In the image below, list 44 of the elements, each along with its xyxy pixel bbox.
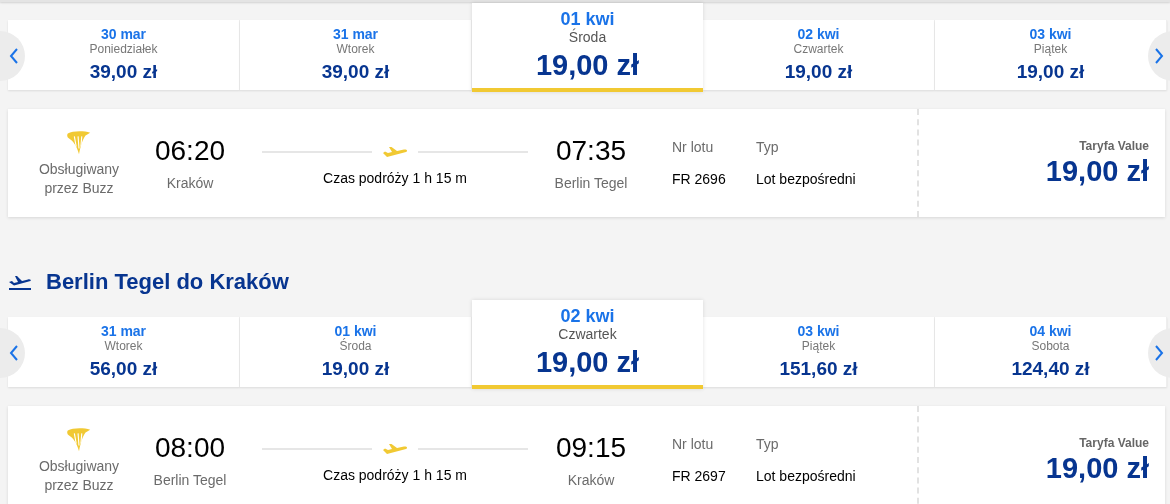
chevron-right-icon: [1154, 344, 1164, 362]
date-tab[interactable]: 04 kwi Sobota 124,40 zł: [935, 317, 1167, 387]
operator-label: Obsługiwany przez Buzz: [37, 160, 121, 198]
flight-type: Lot bezpośredni: [756, 468, 857, 484]
date-tab[interactable]: 31 mar Wtorek 39,00 zł: [240, 20, 472, 90]
section-heading: Berlin Tegel do Kraków: [46, 269, 289, 295]
fare-price: 19,00 zł: [1045, 154, 1149, 188]
arrival-city: Berlin Tegel: [554, 175, 628, 191]
date-tab[interactable]: 01 kwi Środa 19,00 zł: [240, 317, 472, 387]
date-tab[interactable]: 01 kwi Środa 19,00 zł: [472, 3, 703, 92]
fare-label: Taryfa Value: [1079, 435, 1149, 450]
plane-icon: [382, 443, 408, 455]
date-tab[interactable]: 03 kwi Piątek 19,00 zł: [935, 20, 1167, 90]
flight-type-label: Typ: [756, 139, 780, 155]
departure-city: Berlin Tegel: [153, 472, 227, 488]
travel-duration: Czas podróży 1 h 15 m: [323, 467, 467, 483]
flight-type-label: Typ: [756, 436, 780, 452]
travel-duration: Czas podróży 1 h 15 m: [323, 170, 467, 186]
fare-price: 19,00 zł: [1045, 451, 1149, 485]
chevron-left-icon: [9, 344, 19, 362]
flight-number-label: Nr lotu: [672, 139, 715, 155]
date-tab[interactable]: 02 kwi Czwartek 19,00 zł: [472, 300, 703, 389]
date-tab[interactable]: 02 kwi Czwartek 19,00 zł: [703, 20, 935, 90]
departure-time: 06:20: [154, 135, 226, 167]
operator-label: Obsługiwany przez Buzz: [37, 457, 121, 495]
flight-number-label: Nr lotu: [672, 436, 715, 452]
chevron-right-icon: [1154, 47, 1164, 65]
departure-plane-icon: [8, 273, 32, 291]
arrival-city: Kraków: [567, 472, 615, 488]
arrival-time: 09:15: [555, 432, 627, 464]
flight-number: FR 2696: [672, 171, 727, 187]
fare-label: Taryfa Value: [1079, 138, 1149, 153]
flight-card[interactable]: Obsługiwany przez Buzz 08:00 Berlin Tegel Czas podróży 1 h 15 m 09:15 Kraków Nr lotu FR 2697 Typ Lot bezpośredni Taryfa Value 19,00 zł: [8, 406, 1165, 504]
flight-type: Lot bezpośredni: [756, 171, 857, 187]
date-tab[interactable]: 30 mar Poniedziałek 39,00 zł: [8, 20, 240, 90]
departure-city: Kraków: [166, 175, 214, 191]
departure-time: 08:00: [154, 432, 226, 464]
chevron-left-icon: [9, 47, 19, 65]
plane-icon: [382, 146, 408, 158]
arrival-time: 07:35: [555, 135, 627, 167]
date-tab[interactable]: 31 mar Wtorek 56,00 zł: [8, 317, 240, 387]
flight-number: FR 2697: [672, 468, 727, 484]
date-tab[interactable]: 03 kwi Piątek 151,60 zł: [703, 317, 935, 387]
flight-card[interactable]: Obsługiwany przez Buzz 06:20 Kraków Czas podróży 1 h 15 m 07:35 Berlin Tegel Nr lotu FR 2696 Typ Lot bezpośredni Taryfa Value 19,00 zł: [8, 109, 1165, 217]
